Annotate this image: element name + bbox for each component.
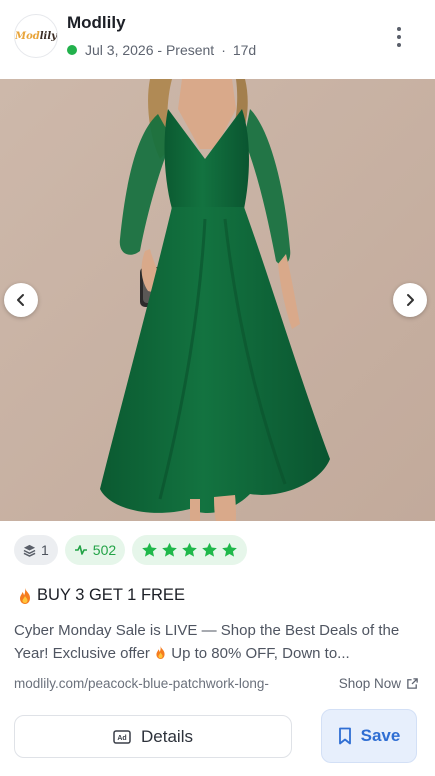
- date-range: Jul 3, 2026 - Present: [85, 42, 215, 58]
- brand-avatar[interactable]: Modlily: [14, 14, 58, 58]
- chevron-right-icon: [407, 294, 414, 306]
- fire-icon: [154, 644, 167, 667]
- card-header: Modlily Modlily Jul 3, 2026 - Present · …: [0, 0, 435, 78]
- save-button[interactable]: Save: [321, 709, 417, 763]
- active-status-dot: [67, 45, 77, 55]
- layers-icon: [23, 544, 36, 557]
- star-icon: [142, 542, 157, 557]
- logo-text-b: lily: [39, 30, 57, 42]
- more-dot-icon: [397, 27, 401, 31]
- headline-text: BUY 3 GET 1 FREE: [37, 586, 185, 604]
- layers-count-badge[interactable]: 1: [14, 535, 58, 565]
- layers-count: 1: [41, 542, 49, 558]
- details-button[interactable]: Ad Details: [14, 715, 292, 758]
- star-icon: [162, 542, 177, 557]
- external-link-icon: [406, 677, 419, 690]
- chevron-left-icon: [17, 294, 24, 306]
- carousel-next-button[interactable]: [393, 283, 427, 317]
- shop-now-label: Shop Now: [338, 676, 401, 691]
- more-options-button[interactable]: [389, 24, 409, 50]
- product-image: [0, 79, 435, 521]
- fire-icon: [17, 587, 33, 605]
- ad-headline: BUY 3 GET 1 FREE: [17, 586, 185, 605]
- svg-text:Ad: Ad: [117, 735, 126, 742]
- ad-card: Modlily Modlily Jul 3, 2026 - Present · …: [0, 0, 435, 776]
- details-label: Details: [141, 726, 193, 746]
- ad-age: 17d: [232, 42, 257, 58]
- activity-badge[interactable]: 502: [64, 535, 126, 565]
- save-label: Save: [360, 726, 401, 745]
- star-icon: [222, 542, 237, 557]
- activity-count: 502: [92, 542, 117, 558]
- destination-url[interactable]: modlily.com/peacock-blue-patchwork-long-: [14, 676, 327, 691]
- ad-stats: 1 502: [14, 535, 248, 565]
- star-icon: [182, 542, 197, 557]
- activity-pulse-icon: [74, 544, 88, 556]
- link-row: modlily.com/peacock-blue-patchwork-long-…: [14, 676, 419, 691]
- bookmark-icon: [338, 727, 352, 745]
- meta-separator: ·: [221, 42, 226, 58]
- ad-details-icon: Ad: [113, 729, 131, 744]
- more-dot-icon: [397, 35, 401, 39]
- ad-meta: Jul 3, 2026 - Present · 17d: [67, 42, 256, 58]
- star-rating: [132, 535, 248, 565]
- star-icon: [202, 542, 217, 557]
- more-dot-icon: [397, 43, 401, 47]
- ad-image-carousel[interactable]: [0, 79, 435, 521]
- description-part-2: Up to 80% OFF, Down to...: [171, 645, 350, 662]
- brand-name[interactable]: Modlily: [67, 13, 126, 33]
- logo-text-a: Mod: [15, 30, 40, 42]
- carousel-prev-button[interactable]: [4, 283, 38, 317]
- ad-description: Cyber Monday Sale is LIVE — Shop the Bes…: [14, 619, 420, 667]
- brand-logo: Modlily: [15, 31, 57, 42]
- shop-now-link[interactable]: Shop Now: [339, 676, 419, 691]
